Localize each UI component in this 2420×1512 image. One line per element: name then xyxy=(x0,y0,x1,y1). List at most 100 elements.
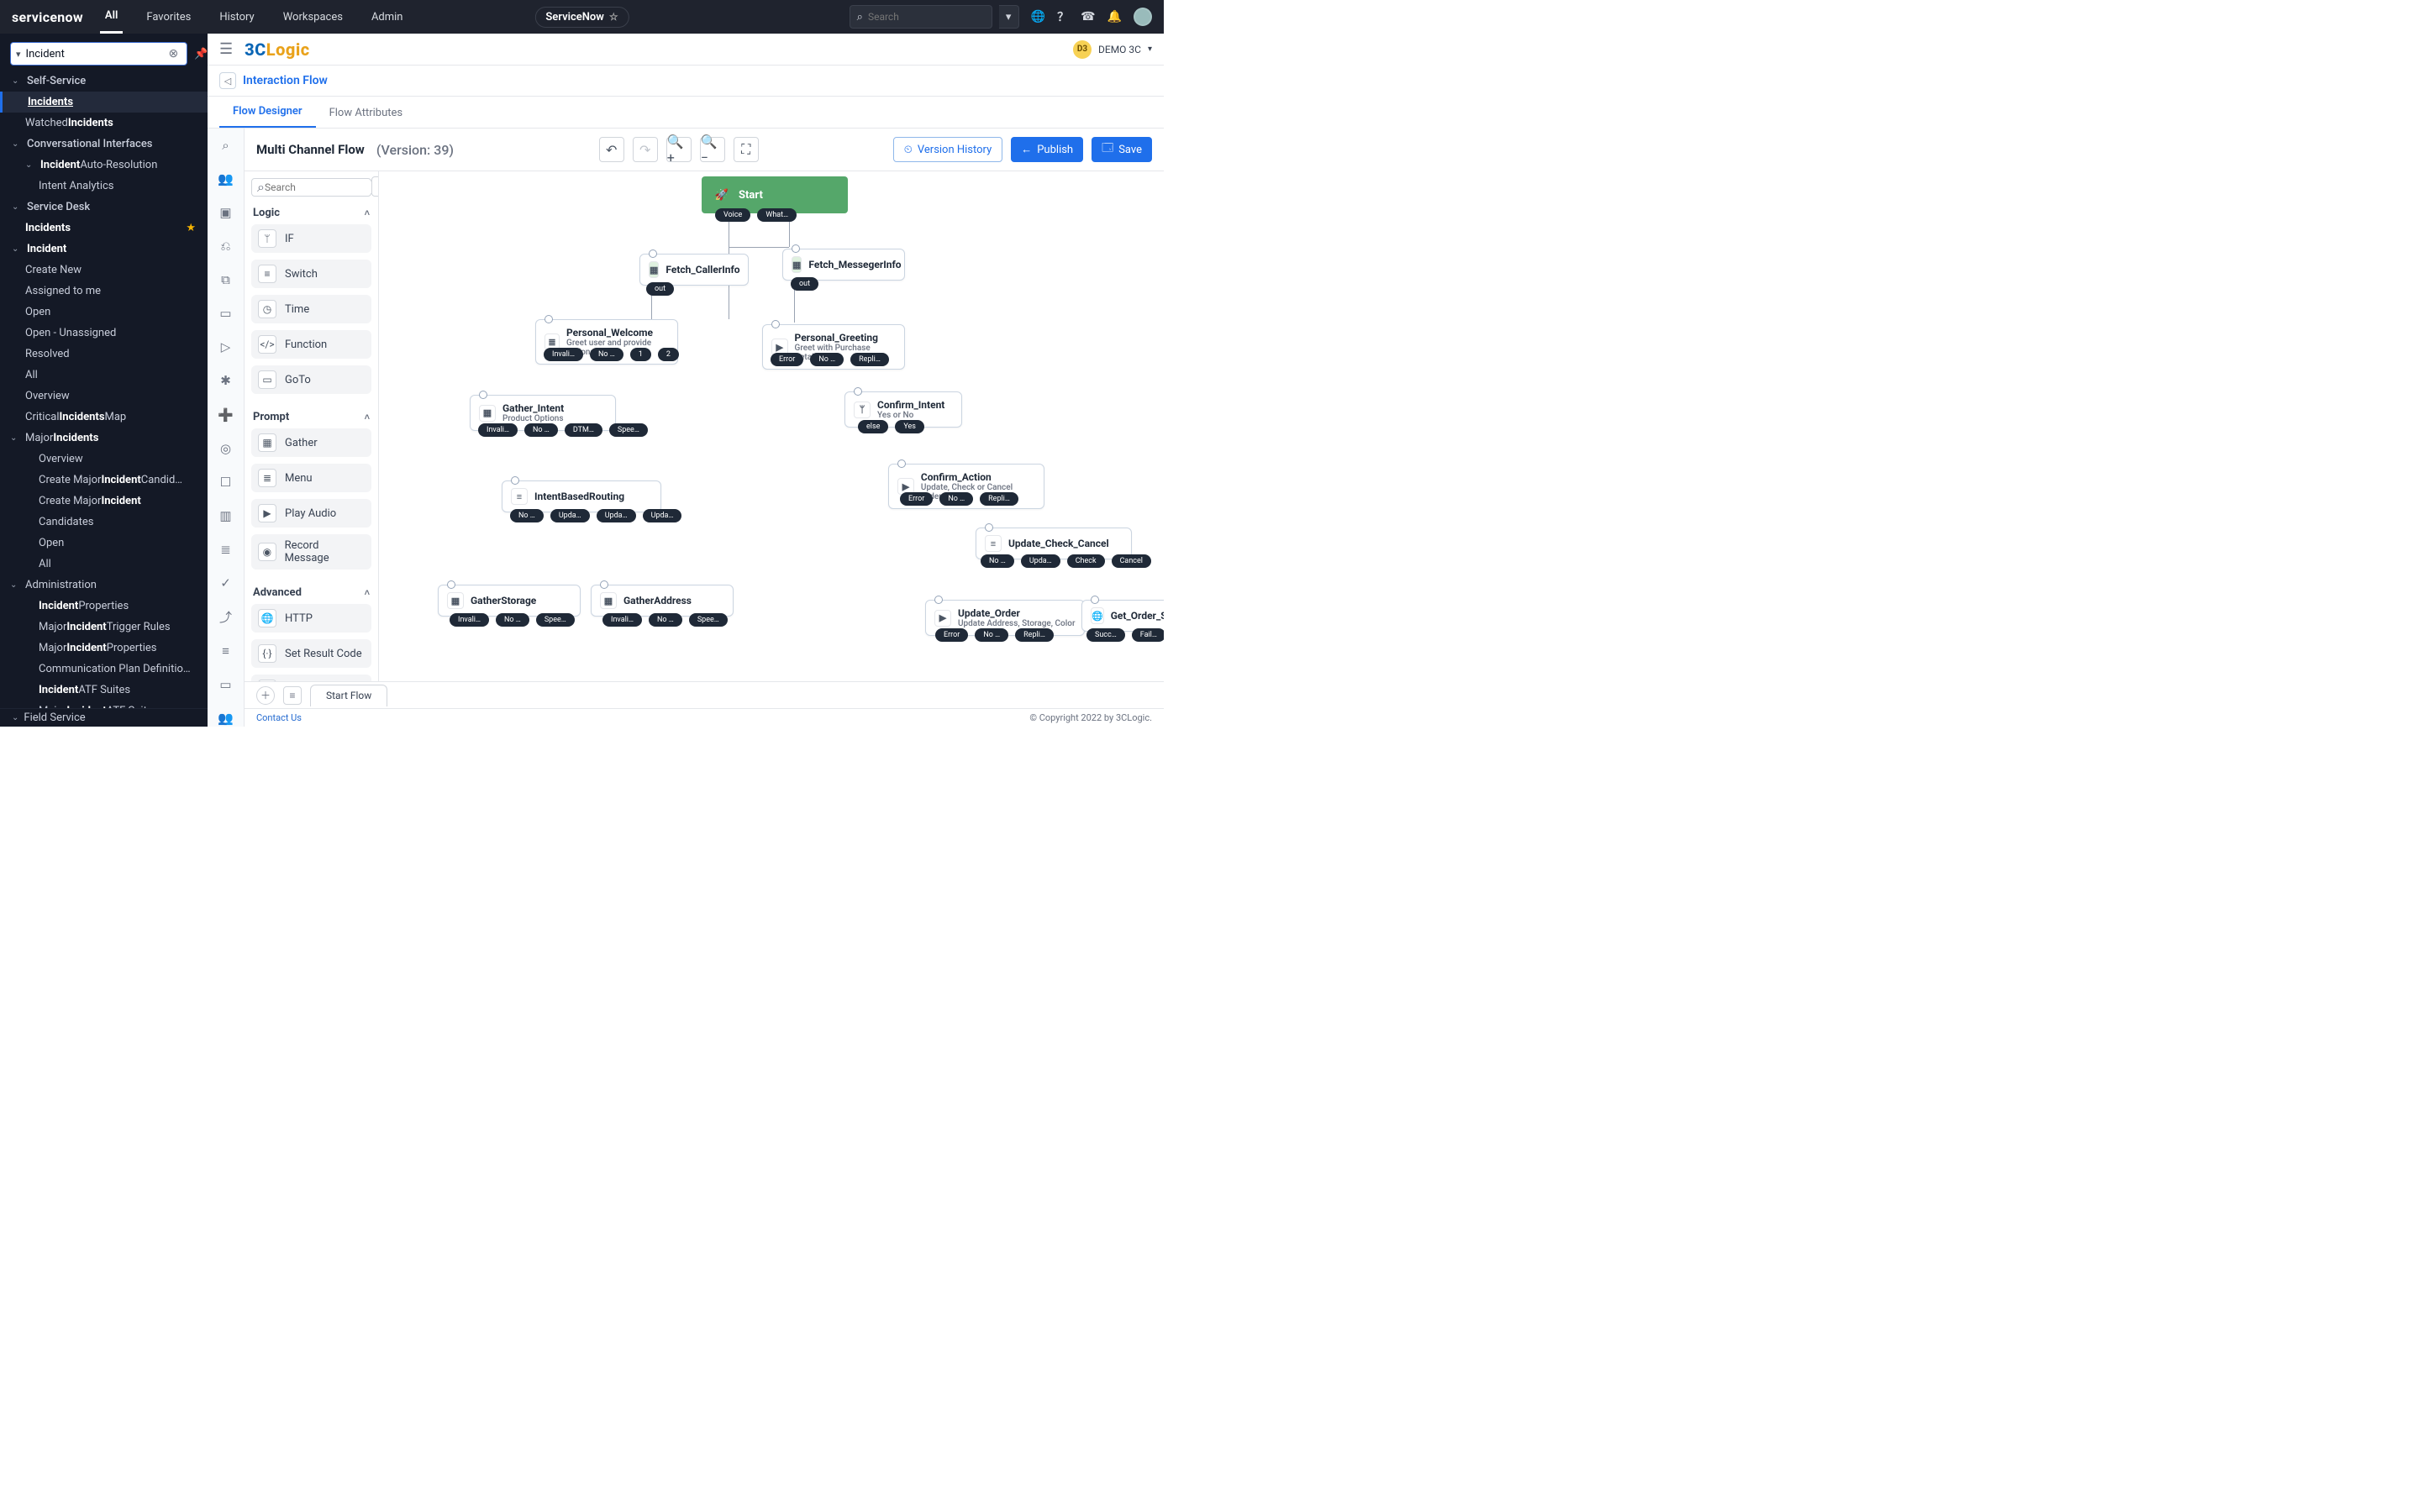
nav-tab-workspaces[interactable]: Workspaces xyxy=(278,0,348,34)
nav-group-major-incidents[interactable]: ⌄Major Incidents xyxy=(0,428,208,449)
palette-search[interactable]: ⌕ xyxy=(251,178,371,197)
tab-list-button[interactable]: ≡ xyxy=(283,686,302,705)
port-speech[interactable]: Spee… xyxy=(609,423,648,437)
node-fetch-callerinfo[interactable]: ▦Fetch_CallerInfo xyxy=(639,254,749,286)
publish-button[interactable]: Publish xyxy=(1011,137,1083,162)
tool-target-icon[interactable]: ◎ xyxy=(216,440,236,457)
pin-navigator-icon[interactable]: 📌 xyxy=(194,48,208,60)
port-replies[interactable]: Repli… xyxy=(980,492,1018,506)
nav-group-service-desk[interactable]: ⌄Service Desk xyxy=(0,197,208,218)
breadcrumb-link[interactable]: Interaction Flow xyxy=(243,74,328,87)
tool-book-icon[interactable]: ▥ xyxy=(216,507,236,524)
clear-filter-icon[interactable]: ⊗ xyxy=(166,47,182,60)
palette-group-logic[interactable]: Logic˄ xyxy=(253,207,370,219)
add-tab-button[interactable]: ＋ xyxy=(256,686,275,705)
port-2[interactable]: 2 xyxy=(658,348,679,361)
palette-item-switch[interactable]: ≡Switch xyxy=(251,260,371,288)
nav-group-self-service[interactable]: ⌄Self-Service xyxy=(0,71,208,92)
palette-item-time[interactable]: ◷Time xyxy=(251,295,371,323)
port-1[interactable]: 1 xyxy=(630,348,651,361)
port-failure[interactable]: Fail… xyxy=(1132,628,1164,642)
user-menu[interactable]: D3 DEMO 3C ▾ xyxy=(1073,40,1152,59)
global-search[interactable]: ⌕ xyxy=(850,5,992,29)
port-what[interactable]: What… xyxy=(757,208,797,222)
port-yes[interactable]: Yes xyxy=(895,420,924,433)
redo-button[interactable] xyxy=(633,137,658,162)
port-no[interactable]: No … xyxy=(524,423,558,437)
port-update[interactable]: Upda… xyxy=(1021,554,1060,568)
tool-card-icon[interactable]: ▣ xyxy=(216,204,236,221)
nav-link-sd-incidents[interactable]: Incidents★ xyxy=(0,218,208,239)
port-no[interactable]: No … xyxy=(510,509,544,522)
phone-icon[interactable] xyxy=(1081,10,1095,24)
nav-group-administration[interactable]: ⌄Administration xyxy=(0,575,208,596)
nav-link-incident-properties[interactable]: Incident Properties xyxy=(0,596,208,617)
port-out[interactable]: out xyxy=(791,277,818,291)
nav-link-mi-create[interactable]: Create Major Incident xyxy=(0,491,208,512)
navigator-filter-input[interactable] xyxy=(26,48,166,60)
navigator-filter[interactable]: ▾ ⊗ xyxy=(10,42,187,66)
nav-link-open[interactable]: Open xyxy=(0,302,208,323)
port-dtmf[interactable]: DTM… xyxy=(565,423,602,437)
port-success[interactable]: Succ… xyxy=(1086,628,1125,642)
port-invalid[interactable]: Invali… xyxy=(478,423,518,437)
palette-item-record[interactable]: ◉Record Message xyxy=(251,534,371,570)
port-cancel[interactable]: Cancel xyxy=(1112,554,1151,568)
tool-share-icon[interactable]: ⤴ xyxy=(216,608,236,626)
nav-link-mi-open[interactable]: Open xyxy=(0,533,208,554)
subflow-tab[interactable]: Start Flow xyxy=(310,685,387,706)
navigator-tree[interactable]: ⌄Self-Service Incidents Watched Incident… xyxy=(0,71,208,727)
tool-graph-icon[interactable]: ✱ xyxy=(216,372,236,389)
search-scope-dropdown[interactable]: ▾ xyxy=(999,5,1019,29)
tool-users-icon[interactable]: 👥 xyxy=(216,171,236,187)
node-palette[interactable]: ‹ ⌕ Logic˄ ᛘIF ≡Switch ◷Time </>Function… xyxy=(245,171,379,681)
tool-copy-icon[interactable]: ⧉ xyxy=(216,271,236,288)
nav-tab-admin[interactable]: Admin xyxy=(366,0,408,34)
nav-link-assigned-to-me[interactable]: Assigned to me xyxy=(0,281,208,302)
tool-branch-icon[interactable]: ⎌ xyxy=(216,238,236,255)
node-gather-address[interactable]: ▦GatherAddress xyxy=(591,585,734,617)
help-icon[interactable] xyxy=(1057,8,1069,25)
palette-item-if[interactable]: ᛘIF xyxy=(251,224,371,253)
port-no[interactable]: No … xyxy=(649,613,682,627)
port-else[interactable]: else xyxy=(858,420,888,433)
footer-contact-link[interactable]: Contact Us xyxy=(256,712,302,723)
palette-item-set-result[interactable]: {·}Set Result Code xyxy=(251,639,371,668)
tool-run-icon[interactable]: ▷ xyxy=(216,339,236,355)
nav-link-mi-overview[interactable]: Overview xyxy=(0,449,208,470)
port-no[interactable]: No … xyxy=(590,348,623,361)
tab-flow-attributes[interactable]: Flow Attributes xyxy=(316,98,417,128)
undo-button[interactable] xyxy=(599,137,624,162)
port-upd2[interactable]: Upda… xyxy=(597,509,636,522)
node-get-order-status[interactable]: 🌐Get_Order_Sta… xyxy=(1081,600,1164,632)
nav-link-create-new[interactable]: Create New xyxy=(0,260,208,281)
nav-link-mi-create-candidate[interactable]: Create Major Incident Candid… xyxy=(0,470,208,491)
nav-link-incident-atf[interactable]: Incident ATF Suites xyxy=(0,680,208,701)
port-voice[interactable]: Voice xyxy=(715,208,750,222)
favorite-star-icon[interactable]: ★ xyxy=(186,222,196,234)
port-invalid[interactable]: Invali… xyxy=(450,613,489,627)
palette-group-advanced[interactable]: Advanced˄ xyxy=(253,586,370,599)
tool-search-icon[interactable]: ⌕ xyxy=(216,137,236,154)
tool-contact-icon[interactable]: ☐ xyxy=(216,474,236,491)
nav-link-watched-incidents[interactable]: Watched Incidents xyxy=(0,113,208,134)
menu-toggle-icon[interactable]: ☰ xyxy=(219,40,233,58)
port-error[interactable]: Error xyxy=(935,628,968,642)
node-gather-storage[interactable]: ▦GatherStorage xyxy=(438,585,581,617)
nav-link-resolved[interactable]: Resolved xyxy=(0,344,208,365)
tool-profile-icon[interactable]: ▭ xyxy=(216,676,236,693)
user-avatar[interactable] xyxy=(1134,8,1152,26)
notifications-icon[interactable] xyxy=(1107,10,1122,24)
context-pill[interactable]: ServiceNow ☆ xyxy=(534,7,629,28)
palette-search-input[interactable] xyxy=(265,181,379,193)
port-no[interactable]: No … xyxy=(810,353,844,366)
port-no[interactable]: No … xyxy=(496,613,529,627)
nav-link-overview[interactable]: Overview xyxy=(0,386,208,407)
port-speech[interactable]: Spee… xyxy=(536,613,575,627)
port-speech[interactable]: Spee… xyxy=(689,613,728,627)
port-out[interactable]: out xyxy=(646,282,674,296)
flow-canvas[interactable]: 🚀 Start Voice What… ▦Fetch_CallerInfo xyxy=(379,171,1164,681)
nav-tab-all[interactable]: All xyxy=(100,0,123,34)
nav-tab-history[interactable]: History xyxy=(214,0,259,34)
version-history-button[interactable]: Version History xyxy=(893,137,1002,162)
